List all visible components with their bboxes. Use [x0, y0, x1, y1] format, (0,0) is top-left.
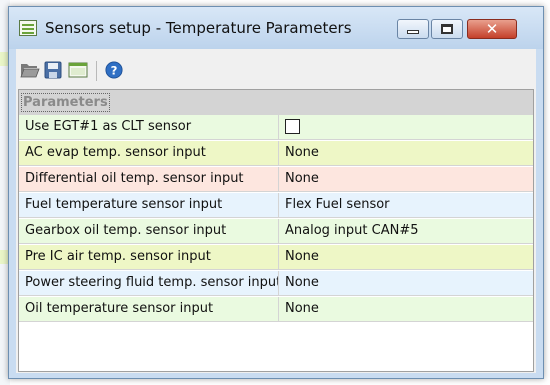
open-folder-icon[interactable]: [20, 61, 40, 79]
category-header[interactable]: Parameters: [19, 90, 533, 115]
property-row[interactable]: Use EGT#1 as CLT sensor: [19, 115, 533, 140]
category-label: Parameters: [21, 93, 110, 112]
property-row[interactable]: Fuel temperature sensor input Flex Fuel s…: [19, 193, 533, 218]
property-name: AC evap temp. sensor input: [19, 141, 279, 165]
window-icon[interactable]: [68, 61, 88, 79]
clt-sensor-checkbox[interactable]: [285, 119, 300, 134]
minimize-icon: [407, 30, 419, 34]
property-value[interactable]: Flex Fuel sensor: [279, 193, 533, 217]
property-value[interactable]: Analog input CAN#5: [279, 219, 533, 243]
property-row[interactable]: Differential oil temp. sensor input None: [19, 167, 533, 192]
help-icon[interactable]: ?: [104, 61, 124, 79]
property-name: Fuel temperature sensor input: [19, 193, 279, 217]
property-row[interactable]: Pre IC air temp. sensor input None: [19, 245, 533, 270]
maximize-button[interactable]: [431, 19, 463, 39]
toolbar: ?: [16, 49, 536, 89]
toolbar-separator: [96, 61, 97, 81]
close-button[interactable]: ✕: [467, 19, 517, 39]
property-name: Gearbox oil temp. sensor input: [19, 219, 279, 243]
maximize-icon: [441, 24, 453, 34]
property-value[interactable]: None: [279, 245, 533, 269]
property-value[interactable]: None: [279, 297, 533, 321]
property-row[interactable]: Oil temperature sensor input None: [19, 297, 533, 322]
property-value[interactable]: None: [279, 141, 533, 165]
property-name: Differential oil temp. sensor input: [19, 167, 279, 191]
sensors-setup-window: Sensors setup - Temperature Parameters ✕: [8, 6, 544, 379]
property-value[interactable]: None: [279, 167, 533, 191]
property-grid: Parameters Use EGT#1 as CLT sensor AC eva…: [18, 89, 534, 372]
property-name: Power steering fluid temp. sensor input: [19, 271, 279, 295]
window-app-icon: [19, 20, 37, 36]
property-row[interactable]: Gearbox oil temp. sensor input Analog inp…: [19, 219, 533, 244]
window-client-area: ? Parameters Use EGT#1 as CLT sensor AC e…: [16, 49, 536, 373]
property-name: Oil temperature sensor input: [19, 297, 279, 321]
save-icon[interactable]: [44, 61, 62, 79]
property-value[interactable]: [279, 115, 533, 139]
property-row[interactable]: AC evap temp. sensor input None: [19, 141, 533, 166]
property-name: Use EGT#1 as CLT sensor: [19, 115, 279, 139]
window-title: Sensors setup - Temperature Parameters: [45, 19, 352, 37]
title-bar[interactable]: Sensors setup - Temperature Parameters ✕: [9, 7, 543, 49]
property-row[interactable]: Power steering fluid temp. sensor input N…: [19, 271, 533, 296]
svg-text:?: ?: [111, 64, 118, 78]
close-icon: ✕: [485, 19, 499, 38]
property-name: Pre IC air temp. sensor input: [19, 245, 279, 269]
minimize-button[interactable]: [397, 19, 429, 39]
property-value[interactable]: None: [279, 271, 533, 295]
